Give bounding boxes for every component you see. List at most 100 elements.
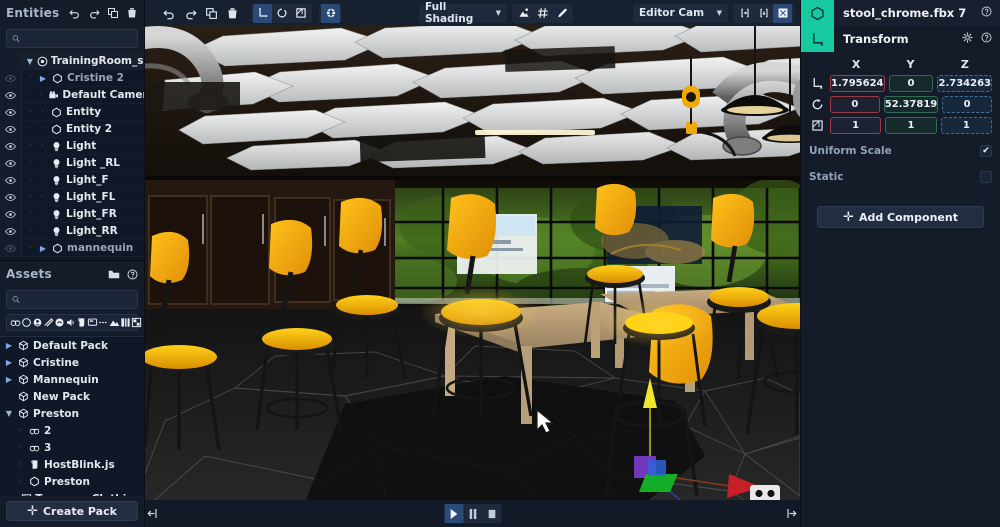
entities-tree[interactable]: ▼ TrainingRoom_scre... · ▶ Cristine 2 · · Defau…: [0, 53, 144, 260]
asset-row-preston[interactable]: ▼ Preston: [0, 405, 144, 422]
sprite-icon[interactable]: [120, 317, 131, 328]
asset-row-cristine[interactable]: ▶ Cristine: [0, 354, 144, 371]
rotate-tool-icon[interactable]: [272, 4, 291, 23]
entity-row-light[interactable]: · · Light: [0, 138, 144, 155]
focus-left-icon[interactable]: [735, 4, 754, 23]
delete-button[interactable]: [222, 4, 242, 23]
texture-icon[interactable]: [131, 317, 142, 328]
asset-row-mannequin[interactable]: ▶ Mannequin: [0, 371, 144, 388]
ui-icon[interactable]: [87, 317, 98, 328]
help-icon[interactable]: [127, 268, 138, 280]
scale-x-input[interactable]: 1: [830, 117, 882, 134]
line-icon[interactable]: [98, 317, 109, 328]
assets-tree[interactable]: ▶ Default Pack ▶ Cristine ▶ Mannequin New Pack…: [0, 336, 144, 496]
create-pack-button[interactable]: ✛ Create Pack: [6, 501, 138, 521]
focus-right-icon[interactable]: [754, 4, 773, 23]
animation-icon[interactable]: [43, 317, 54, 328]
stop-icon[interactable]: [482, 504, 501, 523]
visibility-toggle-icon[interactable]: [0, 240, 22, 256]
terrain-icon[interactable]: [109, 317, 120, 328]
pick-icon[interactable]: [552, 4, 571, 23]
uniform-scale-checkbox[interactable]: ✔: [980, 144, 992, 157]
visibility-toggle-icon[interactable]: [0, 104, 22, 120]
undo-icon[interactable]: [69, 7, 81, 19]
asset-row-2[interactable]: ◦ 2: [0, 422, 144, 439]
assets-search[interactable]: [6, 290, 138, 309]
sound-icon[interactable]: [54, 317, 65, 328]
help-icon[interactable]: [981, 32, 992, 46]
entity-row-light-fl[interactable]: · · Light_FL: [0, 189, 144, 206]
entity-row-trainingroom-scre[interactable]: ▼ TrainingRoom_scre...: [0, 53, 144, 70]
entity-row-light-rl[interactable]: · · Light _RL: [0, 155, 144, 172]
move-tool-icon[interactable]: [253, 3, 272, 23]
asset-row-new-pack[interactable]: New Pack: [0, 388, 144, 405]
entities-search-input[interactable]: [24, 33, 132, 44]
visibility-toggle-icon[interactable]: [0, 189, 22, 205]
rotation-z-input[interactable]: 0: [942, 96, 993, 113]
asset-row-default-pack[interactable]: ▶ Default Pack: [0, 337, 144, 354]
entity-row-light-f[interactable]: · · Light_F: [0, 172, 144, 189]
entity-row-entity-2[interactable]: · · Entity 2: [0, 121, 144, 138]
rotation-y-input[interactable]: 52.37819: [883, 96, 939, 113]
script-icon[interactable]: [76, 317, 87, 328]
asset-row-hostblink-js[interactable]: ◦ HostBlink.js: [0, 456, 144, 473]
undo-button[interactable]: [159, 4, 179, 23]
expand-left-icon[interactable]: [145, 507, 161, 520]
expand-right-icon[interactable]: [782, 507, 800, 520]
redo-icon[interactable]: [88, 7, 100, 19]
redo-button[interactable]: [180, 4, 200, 23]
play-icon[interactable]: [444, 504, 463, 523]
prefab-icon[interactable]: [32, 317, 43, 328]
gear-icon[interactable]: [962, 32, 973, 46]
chevron-right-icon[interactable]: ▶: [4, 341, 14, 350]
asset-row-3[interactable]: ◦ 3: [0, 439, 144, 456]
chevron-right-icon[interactable]: ▶: [38, 244, 48, 253]
chevron-down-icon[interactable]: ▼: [26, 57, 34, 66]
entity-row-cristine-2[interactable]: · ▶ Cristine 2: [0, 70, 144, 87]
position-x-input[interactable]: 1.795624: [830, 75, 885, 92]
visibility-toggle-icon[interactable]: [0, 121, 22, 137]
material-icon[interactable]: [21, 317, 32, 328]
delete-icon[interactable]: [126, 7, 138, 19]
shading-mode-dropdown[interactable]: Full Shading ▼: [419, 1, 507, 25]
visibility-toggle-icon[interactable]: [0, 223, 22, 239]
globe-icon[interactable]: [321, 3, 340, 23]
entity-row-mannequin[interactable]: · ▶ mannequin: [0, 240, 144, 257]
visibility-toggle-icon[interactable]: [0, 172, 22, 188]
grid-icon[interactable]: [533, 4, 552, 23]
visibility-toggle-icon[interactable]: [0, 87, 22, 103]
visibility-toggle-icon[interactable]: [0, 206, 22, 222]
visibility-toggle-icon[interactable]: [0, 70, 22, 86]
visibility-toggle-icon[interactable]: [0, 138, 22, 154]
asset-row-preston[interactable]: ◦ Preston: [0, 473, 144, 490]
chevron-right-icon[interactable]: ▶: [38, 74, 48, 83]
scale-y-input[interactable]: 1: [885, 117, 937, 134]
help-icon[interactable]: [981, 6, 992, 20]
assets-search-input[interactable]: [24, 294, 132, 305]
rotation-x-input[interactable]: 0: [830, 96, 880, 113]
entity-row-entity[interactable]: · · Entity: [0, 104, 144, 121]
asset-row-terrance-clothing-diffuse[interactable]: ◦ Terrance_Clothing_Diffuse_...: [0, 490, 144, 496]
scale-z-input[interactable]: 1: [940, 117, 992, 134]
camera-dropdown[interactable]: Editor Cam ▼: [633, 3, 728, 23]
position-z-input[interactable]: 2.734263: [937, 75, 992, 92]
visibility-toggle-icon[interactable]: [0, 155, 22, 171]
assets-filter-toolbar[interactable]: [6, 314, 142, 331]
static-checkbox[interactable]: [980, 170, 992, 183]
chevron-down-icon[interactable]: ▼: [4, 409, 14, 418]
entity-row-light-fr[interactable]: · · Light_FR: [0, 206, 144, 223]
chevron-right-icon[interactable]: ▶: [4, 358, 14, 367]
scene-viewport[interactable]: [145, 26, 800, 527]
position-y-input[interactable]: 0: [888, 75, 934, 92]
pause-icon[interactable]: [463, 504, 482, 523]
fullscreen-icon[interactable]: [773, 3, 792, 23]
duplicate-icon[interactable]: [107, 7, 119, 19]
lighting-icon[interactable]: [514, 4, 533, 23]
audio-icon[interactable]: [65, 317, 76, 328]
entity-row-light-rr[interactable]: · · Light_RR: [0, 223, 144, 240]
scale-tool-icon[interactable]: [291, 4, 310, 23]
folder-icon[interactable]: [108, 269, 120, 280]
entities-search[interactable]: [6, 29, 138, 48]
add-component-button[interactable]: ✛ Add Component: [817, 206, 984, 228]
duplicate-button[interactable]: [201, 4, 221, 23]
